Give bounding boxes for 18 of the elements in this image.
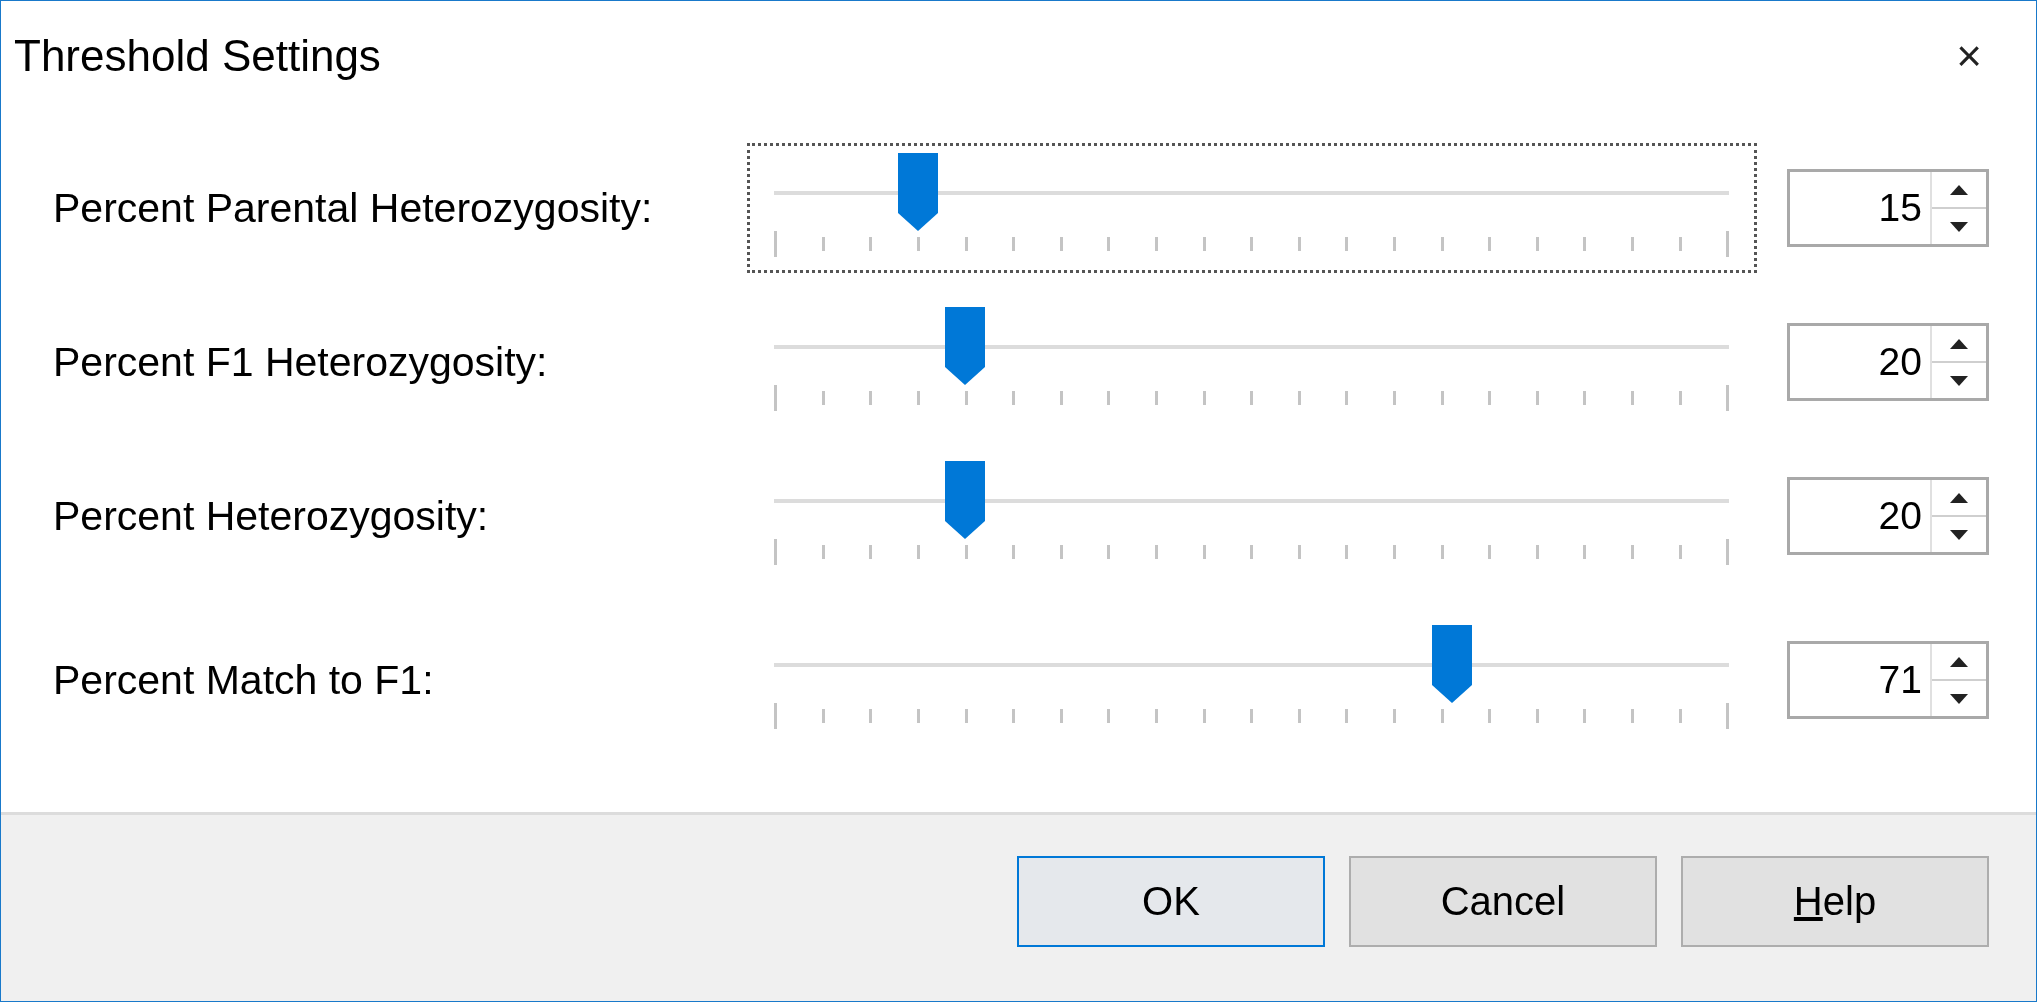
close-button[interactable]: × (1950, 33, 1988, 78)
slider-thumb[interactable] (897, 153, 938, 231)
setting-label: Percent Parental Heterozygosity: (53, 184, 654, 232)
number-spinner[interactable]: 71 (1787, 641, 1989, 719)
window-title: Threshold Settings (14, 30, 381, 81)
slider-thumb[interactable] (945, 461, 986, 539)
dialog-button[interactable]: OK (1017, 856, 1325, 947)
setting-label: Percent Match to F1: (53, 656, 435, 704)
dialog-button[interactable]: Help (1681, 856, 1989, 947)
number-spinner[interactable]: 20 (1787, 477, 1989, 555)
slider[interactable] (747, 143, 1758, 273)
dialog-button[interactable]: Cancel (1349, 856, 1657, 947)
slider-thumb[interactable] (1432, 625, 1473, 703)
number-spinner[interactable]: 20 (1787, 323, 1989, 401)
slider-thumb[interactable] (945, 307, 986, 385)
setting-label: Percent Heterozygosity: (53, 492, 490, 540)
setting-label: Percent F1 Heterozygosity: (53, 338, 549, 386)
number-spinner[interactable]: 15 (1787, 169, 1989, 247)
